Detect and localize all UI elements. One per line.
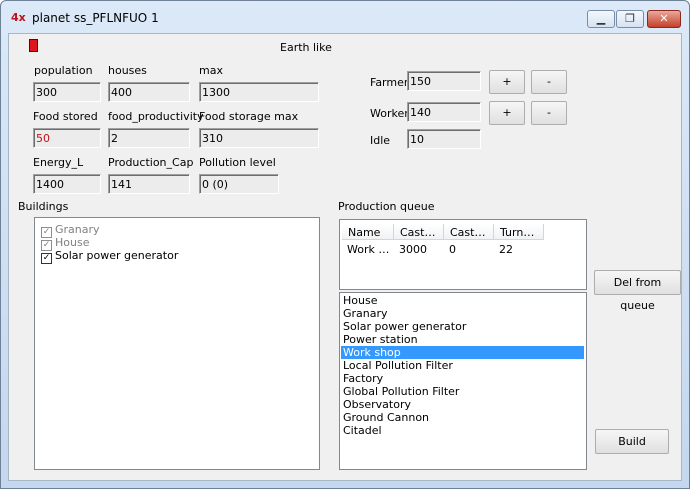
list-item[interactable]: Global Pollution Filter	[341, 385, 584, 398]
pollution-label: Pollution level	[199, 156, 276, 169]
cell-name: Work …	[347, 243, 390, 256]
buildings-label: Buildings	[18, 200, 69, 213]
list-item[interactable]: Citadel	[341, 424, 584, 437]
list-item[interactable]: Ground Cannon	[341, 411, 584, 424]
farmers-plus-button[interactable]: +	[489, 70, 525, 94]
food-storage-max-field: 310	[199, 128, 319, 148]
workers-field: 140	[407, 102, 481, 122]
close-button[interactable]: ✕	[647, 10, 681, 28]
maximize-button[interactable]: ❐	[616, 10, 644, 28]
build-options-list[interactable]: House Granary Solar power generator Powe…	[339, 292, 587, 470]
list-item-selected[interactable]: Work shop	[341, 346, 584, 359]
max-field: 1300	[199, 82, 319, 102]
production-queue-table[interactable]: Name Cast… Cast… Turn… Work … 3000 0 22	[339, 219, 587, 290]
minimize-button[interactable]: ▁	[587, 10, 615, 28]
population-field: 300	[33, 82, 101, 102]
energy-label: Energy_L	[33, 156, 84, 169]
planet-flag	[29, 39, 38, 52]
table-row[interactable]: Work … 3000 0 22	[340, 220, 586, 260]
maximize-icon: ❐	[625, 12, 635, 25]
client-area: Earth like population 300 houses 400 max…	[8, 33, 682, 481]
houses-field: 400	[108, 82, 190, 102]
building-name: Granary	[55, 223, 100, 236]
list-item[interactable]: Power station	[341, 333, 584, 346]
idle-field: 10	[407, 129, 481, 149]
cell-cost: 3000	[399, 243, 427, 256]
houses-label: houses	[108, 64, 147, 77]
del-from-queue-button[interactable]: Del from queue	[594, 270, 681, 312]
list-item[interactable]: Factory	[341, 372, 584, 385]
build-button[interactable]: Build	[595, 429, 669, 454]
title-bar[interactable]: 4x planet ss_PFLNFUO 1 ▁ ❐ ✕	[1, 1, 689, 33]
farmers-field: 150	[407, 71, 481, 91]
building-item-house[interactable]: ✓ House	[41, 236, 90, 251]
food-stored-field: 50	[33, 128, 101, 148]
cell-turns: 22	[499, 243, 513, 256]
workers-plus-button[interactable]: +	[489, 101, 525, 125]
close-icon: ✕	[659, 12, 669, 25]
workers-minus-button[interactable]: -	[531, 101, 567, 125]
max-label: max	[199, 64, 223, 77]
building-name: House	[55, 236, 90, 249]
planet-window: 4x planet ss_PFLNFUO 1 ▁ ❐ ✕ Earth like …	[0, 0, 690, 489]
food-productivity-label: food_productivity	[108, 110, 204, 123]
production-queue-label: Production queue	[338, 200, 435, 213]
building-item-solar-power-generator[interactable]: ✓ Solar power generator	[41, 249, 179, 264]
pollution-field: 0 (0)	[199, 174, 279, 194]
window-title: planet ss_PFLNFUO 1	[32, 11, 159, 25]
app-icon: 4x	[11, 11, 26, 24]
list-item[interactable]: Local Pollution Filter	[341, 359, 584, 372]
production-cap-field: 141	[108, 174, 190, 194]
food-storage-max-label: Food storage max	[199, 110, 299, 123]
list-item[interactable]: Granary	[341, 307, 584, 320]
population-label: population	[34, 64, 93, 77]
cell-cost-progress: 0	[449, 243, 456, 256]
list-item[interactable]: House	[341, 294, 584, 307]
idle-label: Idle	[370, 134, 391, 147]
food-productivity-field: 2	[108, 128, 190, 148]
food-stored-label: Food stored	[33, 110, 98, 123]
farmers-minus-button[interactable]: -	[531, 70, 567, 94]
climate-label: Earth like	[280, 41, 332, 54]
building-item-granary[interactable]: ✓ Granary	[41, 223, 100, 238]
production-cap-label: Production_Cap	[108, 156, 194, 169]
list-item[interactable]: Observatory	[341, 398, 584, 411]
building-name: Solar power generator	[55, 249, 179, 262]
buildings-list[interactable]: ✓ Granary ✓ House ✓ Solar power generator	[34, 217, 320, 470]
minimize-icon: ▁	[596, 12, 606, 25]
checkbox-checked-icon: ✓	[41, 253, 52, 264]
energy-field: 1400	[33, 174, 101, 194]
list-item[interactable]: Solar power generator	[341, 320, 584, 333]
